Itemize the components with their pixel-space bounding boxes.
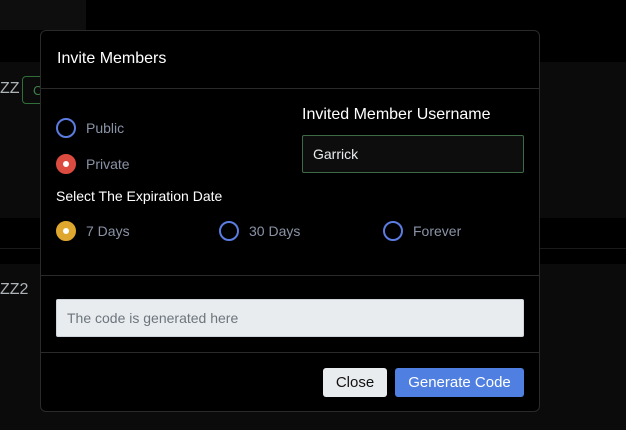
radio-label-30-days: 30 Days (249, 223, 301, 239)
radio-label-public: Public (86, 120, 125, 136)
radio-option-30-days[interactable]: 30 Days (219, 221, 300, 241)
generated-code-field[interactable] (56, 299, 524, 337)
radio-label-private: Private (86, 156, 130, 172)
background-topbar (0, 0, 86, 30)
modal-footer-divider (41, 352, 539, 353)
radio-option-private[interactable]: Private (56, 154, 130, 174)
modal-header: Invite Members (41, 31, 539, 89)
radio-30-days[interactable] (219, 221, 239, 241)
radio-label-forever: Forever (413, 223, 462, 239)
radio-private[interactable] (56, 154, 76, 174)
radio-7-days[interactable] (56, 221, 76, 241)
generate-code-button[interactable]: Generate Code (395, 368, 524, 397)
background-row-label: ZZ (0, 80, 20, 97)
close-button[interactable]: Close (323, 368, 387, 397)
radio-option-7-days[interactable]: 7 Days (56, 221, 130, 241)
radio-forever[interactable] (383, 221, 403, 241)
username-label: Invited Member Username (302, 106, 491, 123)
modal-title: Invite Members (57, 50, 167, 67)
radio-option-public[interactable]: Public (56, 118, 124, 138)
modal-divider (41, 275, 539, 276)
radio-label-7-days: 7 Days (86, 223, 130, 239)
username-input[interactable] (302, 135, 524, 173)
expiration-date-label: Select The Expiration Date (56, 188, 223, 204)
radio-option-forever[interactable]: Forever (383, 221, 461, 241)
radio-public[interactable] (56, 118, 76, 138)
invite-members-modal: Invite Members Public Private Select The… (40, 30, 540, 412)
background-row-2-label: ZZ2 (0, 281, 29, 298)
